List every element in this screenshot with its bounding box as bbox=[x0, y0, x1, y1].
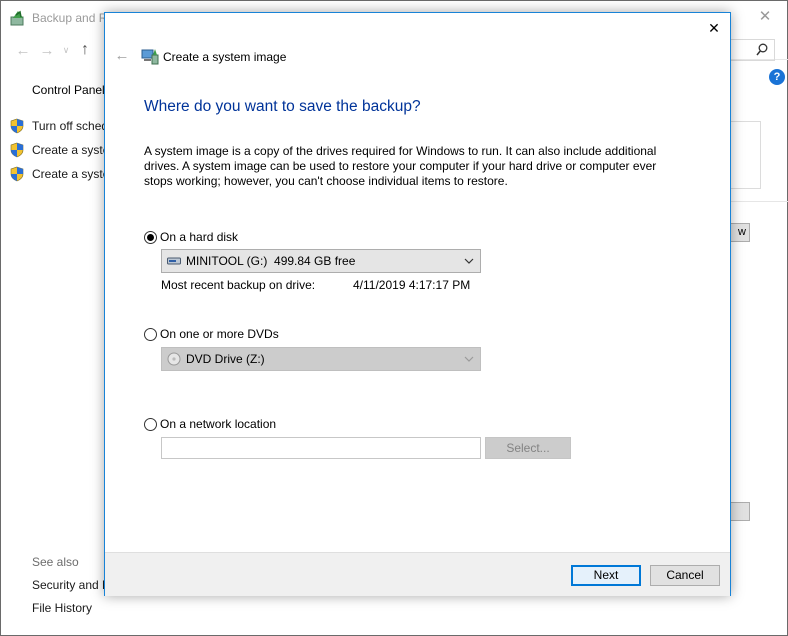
up-arrow-icon[interactable]: ↑ bbox=[73, 41, 97, 59]
search-icon bbox=[756, 43, 768, 56]
create-system-image-dialog: ✕ ← Create a system image Where do you w… bbox=[104, 12, 731, 596]
description-text: A system image is a copy of the drives r… bbox=[144, 144, 657, 188]
uac-shield-icon bbox=[10, 118, 24, 134]
sidebar-link-label: Create a syste bbox=[32, 167, 110, 181]
backup-app-icon bbox=[10, 10, 24, 26]
radio-hard-disk-label: On a hard disk bbox=[160, 230, 239, 244]
help-icon[interactable]: ? bbox=[769, 69, 785, 85]
search-box[interactable] bbox=[731, 39, 775, 61]
radio-button[interactable] bbox=[144, 417, 157, 431]
uac-shield-icon bbox=[10, 166, 24, 182]
drive-icon bbox=[167, 257, 181, 265]
window-close-icon[interactable]: ✕ bbox=[743, 1, 787, 33]
recent-locations-chevron-icon[interactable]: ∨ bbox=[59, 45, 73, 56]
dialog-title: Create a system image bbox=[163, 50, 287, 64]
sidebar-link-create-repair-disc[interactable]: Create a syste bbox=[9, 165, 109, 183]
select-network-button: Select... bbox=[485, 437, 571, 459]
radio-dvd-label: On one or more DVDs bbox=[160, 327, 279, 341]
recent-backup-date: 4/11/2019 4:17:17 PM bbox=[353, 278, 471, 292]
radio-button[interactable] bbox=[144, 327, 157, 341]
chevron-down-icon bbox=[464, 356, 474, 362]
radio-hard-disk[interactable]: On a hard disk bbox=[144, 230, 238, 244]
next-button[interactable]: Next bbox=[571, 565, 641, 586]
radio-dvd[interactable]: On one or more DVDs bbox=[144, 327, 279, 341]
navigation-bar: ← → ∨ ↑ bbox=[11, 39, 97, 61]
page-heading: Where do you want to save the backup? bbox=[144, 98, 421, 115]
uac-shield-icon bbox=[10, 142, 24, 158]
dialog-close-icon[interactable]: ✕ bbox=[697, 13, 731, 43]
window-title: Backup and R bbox=[32, 11, 108, 25]
radio-button-checked[interactable] bbox=[144, 230, 157, 244]
selected-drive-label: MINITOOL (G:) 499.84 GB free bbox=[186, 254, 356, 268]
sidebar-link-label: Turn off sched bbox=[32, 119, 109, 133]
forward-arrow-icon[interactable]: → bbox=[35, 42, 59, 59]
background-button[interactable]: w bbox=[731, 223, 750, 242]
radio-network-label: On a network location bbox=[160, 417, 277, 431]
network-location-input[interactable] bbox=[161, 437, 481, 459]
chevron-down-icon bbox=[464, 258, 474, 264]
backup-status-panel bbox=[731, 121, 761, 189]
recent-backup-label: Most recent backup on drive: bbox=[161, 278, 316, 292]
radio-network[interactable]: On a network location bbox=[144, 417, 276, 431]
system-image-icon bbox=[141, 49, 159, 65]
back-arrow-icon[interactable]: ← bbox=[113, 46, 131, 66]
back-arrow-icon[interactable]: ← bbox=[11, 42, 35, 59]
see-also-label: See also bbox=[32, 555, 79, 569]
selected-dvd-label: DVD Drive (Z:) bbox=[186, 352, 265, 366]
cancel-button[interactable]: Cancel bbox=[650, 565, 720, 586]
see-also-security-link[interactable]: Security and M bbox=[32, 578, 112, 592]
dvd-drive-icon bbox=[167, 352, 181, 366]
see-also-file-history-link[interactable]: File History bbox=[32, 601, 92, 615]
sidebar-link-turn-off-schedule[interactable]: Turn off sched bbox=[9, 117, 108, 135]
background-button[interactable] bbox=[731, 502, 750, 521]
sidebar-link-create-system-image[interactable]: Create a syste bbox=[9, 141, 109, 159]
divider bbox=[731, 201, 788, 202]
control-panel-home-link[interactable]: Control Panel bbox=[32, 83, 105, 97]
dvd-dropdown: DVD Drive (Z:) bbox=[161, 347, 481, 371]
hard-disk-dropdown[interactable]: MINITOOL (G:) 499.84 GB free bbox=[161, 249, 481, 273]
dialog-footer: Next Cancel bbox=[105, 552, 730, 596]
sidebar-link-label: Create a syste bbox=[32, 143, 110, 157]
